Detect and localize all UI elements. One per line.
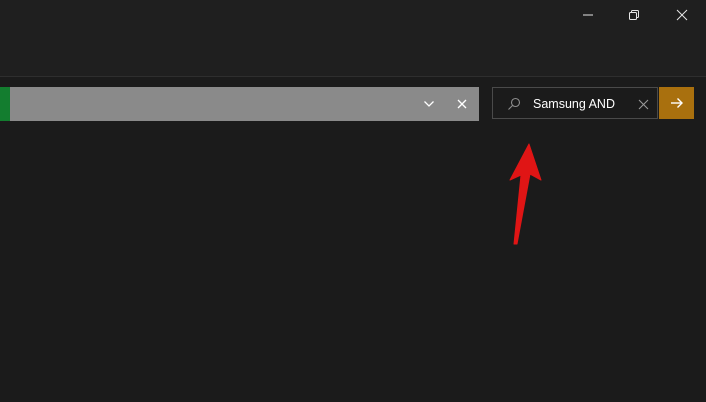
search-submit-button[interactable] <box>659 87 694 119</box>
minimize-button[interactable] <box>565 0 611 30</box>
arrow-right-icon <box>670 98 683 108</box>
filter-clear-button[interactable] <box>451 87 473 121</box>
restore-icon <box>629 10 639 20</box>
close-window-button[interactable] <box>659 0 705 30</box>
search-icon <box>508 97 521 110</box>
filter-dropdown-button[interactable] <box>418 87 440 121</box>
close-icon <box>457 99 467 109</box>
filter-accent-indicator <box>0 87 10 121</box>
search-input[interactable] <box>533 94 623 114</box>
filter-bar[interactable] <box>0 87 479 121</box>
search-clear-button[interactable] <box>634 95 652 113</box>
title-bar <box>0 0 706 77</box>
annotation-arrow-icon <box>509 143 542 245</box>
search-box[interactable] <box>492 87 658 119</box>
chevron-down-icon <box>424 101 434 107</box>
restore-button[interactable] <box>611 0 657 30</box>
close-icon <box>676 9 688 21</box>
close-icon <box>638 99 648 109</box>
app-window <box>0 0 706 402</box>
minimize-icon <box>583 14 593 16</box>
